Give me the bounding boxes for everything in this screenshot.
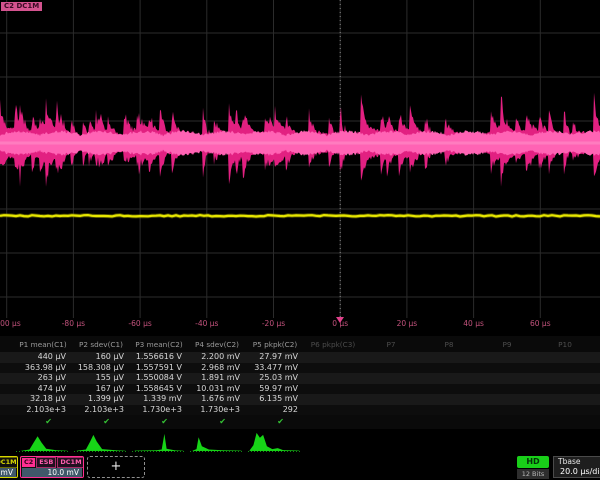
param-value: 10.031 mV — [188, 384, 246, 395]
channel-c1-descriptor[interactable]: C1 BwL DC1M 10.0 mV — [0, 456, 18, 478]
time-axis-label: -40 µs — [195, 319, 218, 328]
param-value: 59.97 mV — [246, 384, 304, 395]
waveform-traces — [0, 0, 600, 318]
trigger-position-marker[interactable] — [336, 317, 344, 323]
param-header-p5[interactable]: P5 pkpk(C2) — [246, 339, 304, 351]
param-status-check: ✔ — [130, 416, 188, 427]
param-header-p7[interactable]: P7 — [362, 339, 420, 351]
time-axis-label: 20 µs — [397, 319, 418, 328]
histicon-p4[interactable] — [190, 430, 244, 454]
param-value: 25.03 mV — [246, 373, 304, 384]
param-value: 363.98 µV — [14, 363, 72, 374]
timebase-label: Tbase — [554, 457, 600, 467]
c1-scale: 10.0 mV — [0, 468, 16, 478]
param-value: 1.556616 V — [130, 352, 188, 363]
param-value: 155 µV — [72, 373, 130, 384]
timebase-scale: 20.0 µs/div — [554, 467, 600, 477]
param-value: 292 — [246, 405, 304, 416]
param-value: 2.103e+3 — [14, 405, 72, 416]
param-value: 167 µV — [72, 384, 130, 395]
time-axis-label: 60 µs — [530, 319, 551, 328]
acquisition-mode-box[interactable]: HD 12 Bits — [517, 456, 549, 479]
histicon-p5[interactable] — [248, 430, 302, 454]
time-axis-label: 40 µs — [463, 319, 484, 328]
active-trace-badge: C2 DC1M — [1, 2, 42, 11]
descriptor-bar: C1 BwL DC1M 10.0 mV C2 ESB DC1M 10.0 mV … — [0, 455, 600, 480]
param-value: 158.308 µV — [72, 363, 130, 374]
param-value: 1.730e+3 — [130, 405, 188, 416]
time-axis-label: -100 µs — [0, 319, 21, 328]
c2-label: C2 — [22, 458, 35, 467]
time-axis-label: -20 µs — [262, 319, 285, 328]
measurement-table: P1 mean(C1)P2 sdev(C1)P3 mean(C2)P4 sdev… — [0, 336, 600, 429]
channel-c2-descriptor[interactable]: C2 ESB DC1M 10.0 mV — [20, 456, 84, 478]
oscilloscope-screen: C2 DC1M -100 µs-80 µs-60 µs-40 µs-20 µs0… — [0, 0, 600, 480]
time-axis-label: -80 µs — [62, 319, 85, 328]
param-value: 1.558645 V — [130, 384, 188, 395]
param-value: 1.891 mV — [188, 373, 246, 384]
param-header-p10[interactable]: P10 — [536, 339, 594, 351]
c2-esb-badge: ESB — [36, 457, 56, 468]
param-value: 1.339 mV — [130, 394, 188, 405]
param-value: 474 µV — [14, 384, 72, 395]
histicon-p2[interactable] — [74, 430, 128, 454]
param-value: 2.200 mV — [188, 352, 246, 363]
c2-coupling-badge: DC1M — [57, 457, 84, 468]
param-header-p1[interactable]: P1 mean(C1) — [14, 339, 72, 351]
histicon-p1[interactable] — [16, 430, 70, 454]
param-header-p2[interactable]: P2 sdev(C1) — [72, 339, 130, 351]
param-value: 440 µV — [14, 352, 72, 363]
param-status-check: ✔ — [246, 416, 304, 427]
c1-coupling-badge: DC1M — [0, 457, 18, 468]
waveform-display[interactable]: C2 DC1M — [0, 0, 600, 318]
param-header-p8[interactable]: P8 — [420, 339, 478, 351]
time-axis: -100 µs-80 µs-60 µs-40 µs-20 µs0 µs20 µs… — [0, 318, 600, 331]
param-header-p3[interactable]: P3 mean(C2) — [130, 339, 188, 351]
param-header-p6[interactable]: P6 pkpk(C3) — [304, 339, 362, 351]
param-value: 160 µV — [72, 352, 130, 363]
param-value: 1.557591 V — [130, 363, 188, 374]
histicon-p3[interactable] — [132, 430, 186, 454]
param-value: 2.968 mV — [188, 363, 246, 374]
timebase-descriptor[interactable]: Tbase 20.0 µs/div — [553, 456, 600, 478]
param-value: 33.477 mV — [246, 363, 304, 374]
param-value: 1.399 µV — [72, 394, 130, 405]
param-value: 27.97 mV — [246, 352, 304, 363]
add-trace-button[interactable]: + — [87, 456, 145, 478]
param-status-check: ✔ — [72, 416, 130, 427]
param-value: 6.135 mV — [246, 394, 304, 405]
param-value: 1.676 mV — [188, 394, 246, 405]
param-value: 1.730e+3 — [188, 405, 246, 416]
param-header-p9[interactable]: P9 — [478, 339, 536, 351]
histicon-strip — [0, 429, 600, 455]
c2-scale: 10.0 mV — [22, 468, 82, 478]
param-value: 1.550084 V — [130, 373, 188, 384]
param-value: 263 µV — [14, 373, 72, 384]
bits-label: 12 Bits — [517, 469, 549, 479]
param-value: 2.103e+3 — [72, 405, 130, 416]
time-axis-label: -60 µs — [128, 319, 151, 328]
param-header-p4[interactable]: P4 sdev(C2) — [188, 339, 246, 351]
param-value: 32.18 µV — [14, 394, 72, 405]
hd-badge: HD — [517, 456, 549, 468]
param-status-check: ✔ — [14, 416, 72, 427]
param-status-check: ✔ — [188, 416, 246, 427]
